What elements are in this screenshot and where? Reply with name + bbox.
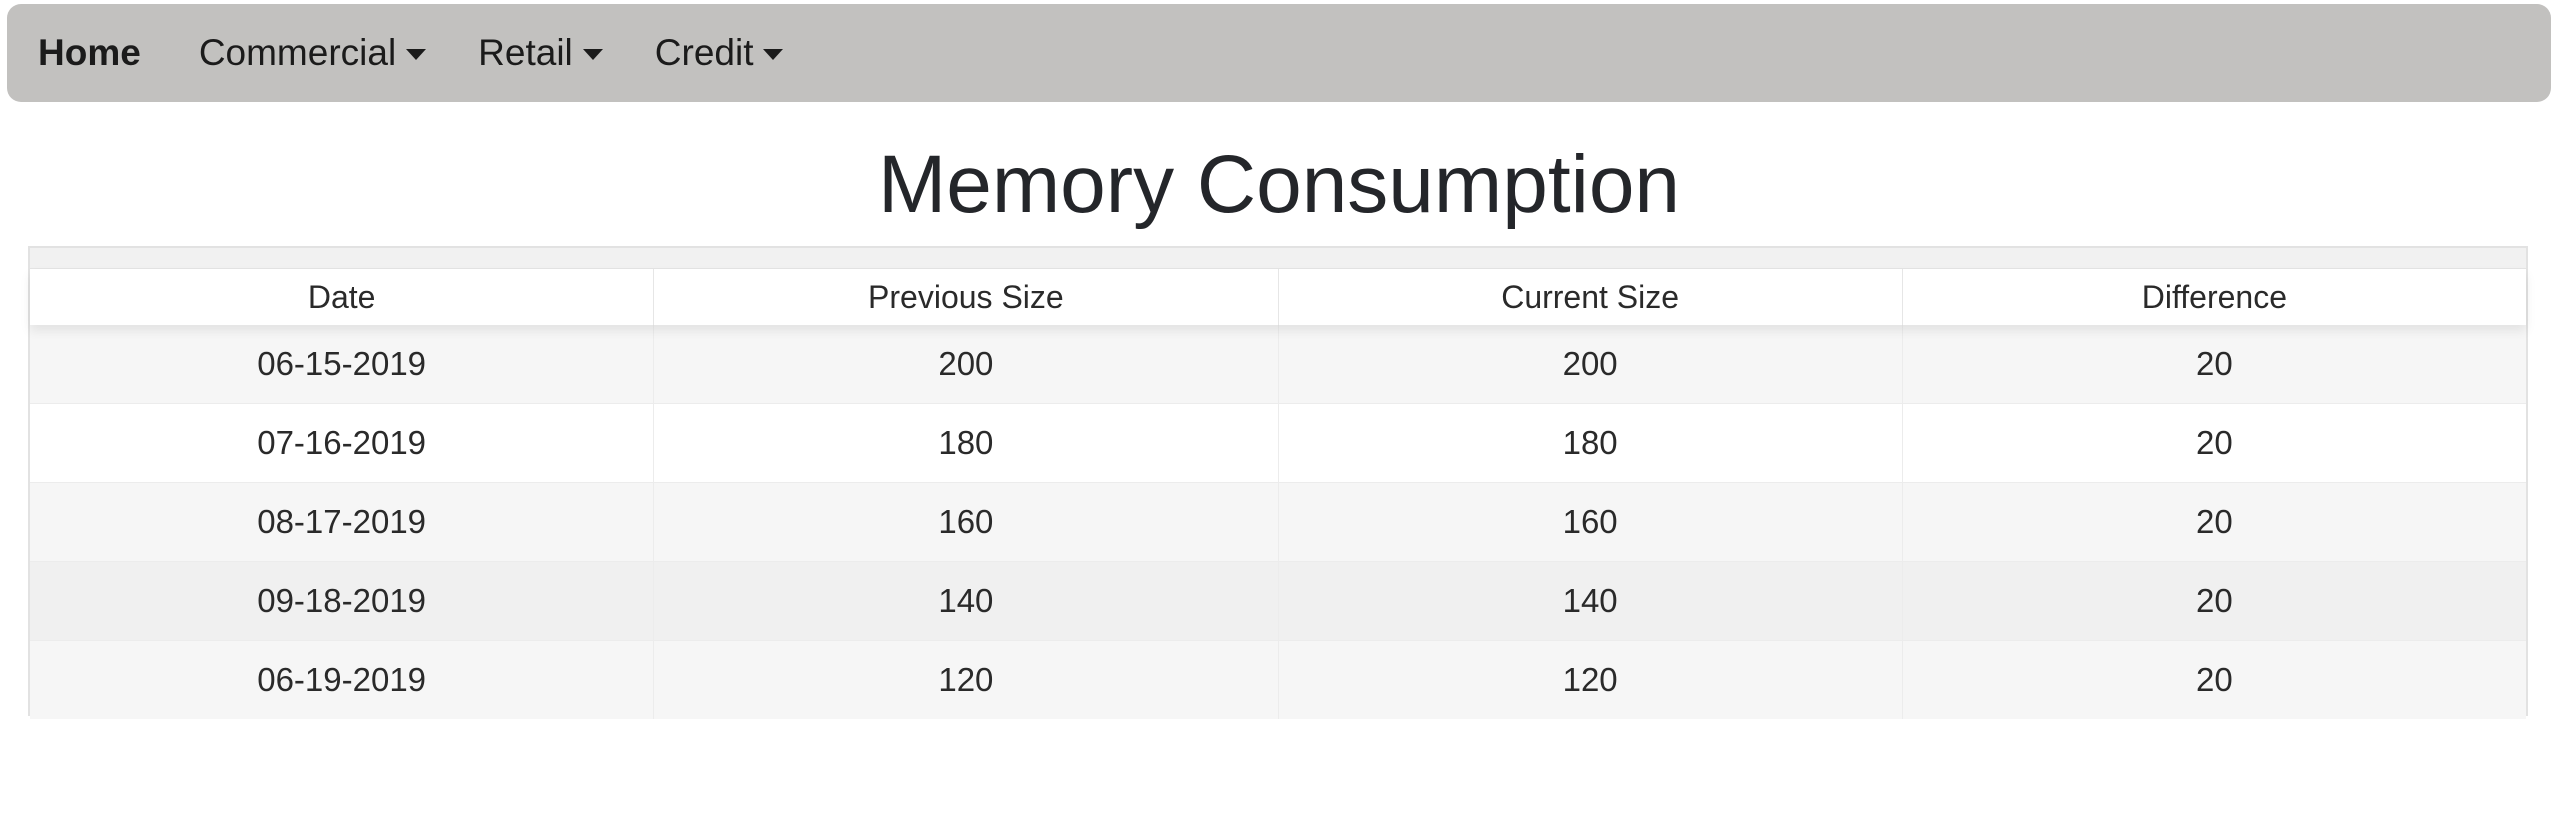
nav-credit-label: Credit: [654, 32, 754, 73]
cell-difference: 20: [2196, 661, 2233, 698]
page-title: Memory Consumption: [877, 139, 1681, 230]
cell-date: 08-17-2019: [30, 483, 655, 561]
nav-home-label: Home: [38, 32, 141, 73]
cell-previous-size: 180: [654, 404, 1279, 482]
memory-table: Date Previous Size Current Size Differen…: [28, 246, 2528, 719]
chevron-down-icon: [406, 48, 427, 60]
nav-home-link[interactable]: Home: [38, 32, 141, 74]
nav-retail-label: Retail: [478, 32, 573, 73]
cell-current-size: 120: [1279, 641, 1903, 719]
column-header-difference[interactable]: Difference: [1903, 269, 2526, 325]
column-header-previous-size[interactable]: Previous Size: [654, 269, 1279, 325]
cell-difference: 20: [2196, 503, 2233, 540]
cell-current-size: 140: [1279, 562, 1903, 640]
table-row[interactable]: 06-15-2019 200 200 20: [30, 325, 2526, 403]
chevron-down-icon: [582, 48, 603, 60]
cell-current-size: 160: [1279, 483, 1903, 561]
cell-date: 09-18-2019: [30, 562, 655, 640]
cell-difference: 20: [2196, 582, 2233, 619]
column-header-date[interactable]: Date: [30, 269, 655, 325]
cell-difference: 20: [2196, 424, 2233, 461]
nav-retail-dropdown[interactable]: Retail: [478, 32, 603, 74]
table-row[interactable]: 07-16-2019 180 180 20: [30, 403, 2526, 482]
table-row[interactable]: 09-18-2019 140 140 20: [30, 561, 2526, 640]
nav-commercial-dropdown[interactable]: Commercial: [198, 32, 427, 74]
table-row[interactable]: 08-17-2019 160 160 20: [30, 482, 2526, 561]
cell-difference: 20: [2196, 345, 2233, 382]
cell-date: 07-16-2019: [30, 404, 655, 482]
table-top-bar: [30, 248, 2526, 269]
cell-current-size: 180: [1279, 404, 1903, 482]
cell-date: 06-19-2019: [30, 641, 655, 719]
cell-previous-size: 120: [654, 641, 1279, 719]
cell-current-size: 200: [1279, 325, 1903, 403]
nav-commercial-label: Commercial: [198, 32, 397, 73]
table-header: Date Previous Size Current Size Differen…: [30, 269, 2526, 325]
cell-previous-size: 200: [654, 325, 1279, 403]
cell-previous-size: 140: [654, 562, 1279, 640]
cell-previous-size: 160: [654, 483, 1279, 561]
chevron-down-icon: [763, 48, 784, 60]
table-row[interactable]: 06-19-2019 120 120 20: [30, 640, 2526, 719]
cell-date: 06-15-2019: [30, 325, 655, 403]
column-header-current-size[interactable]: Current Size: [1279, 269, 1903, 325]
nav-credit-dropdown[interactable]: Credit: [655, 32, 784, 74]
top-navbar: Home Commercial Retail Credit: [7, 4, 2551, 102]
